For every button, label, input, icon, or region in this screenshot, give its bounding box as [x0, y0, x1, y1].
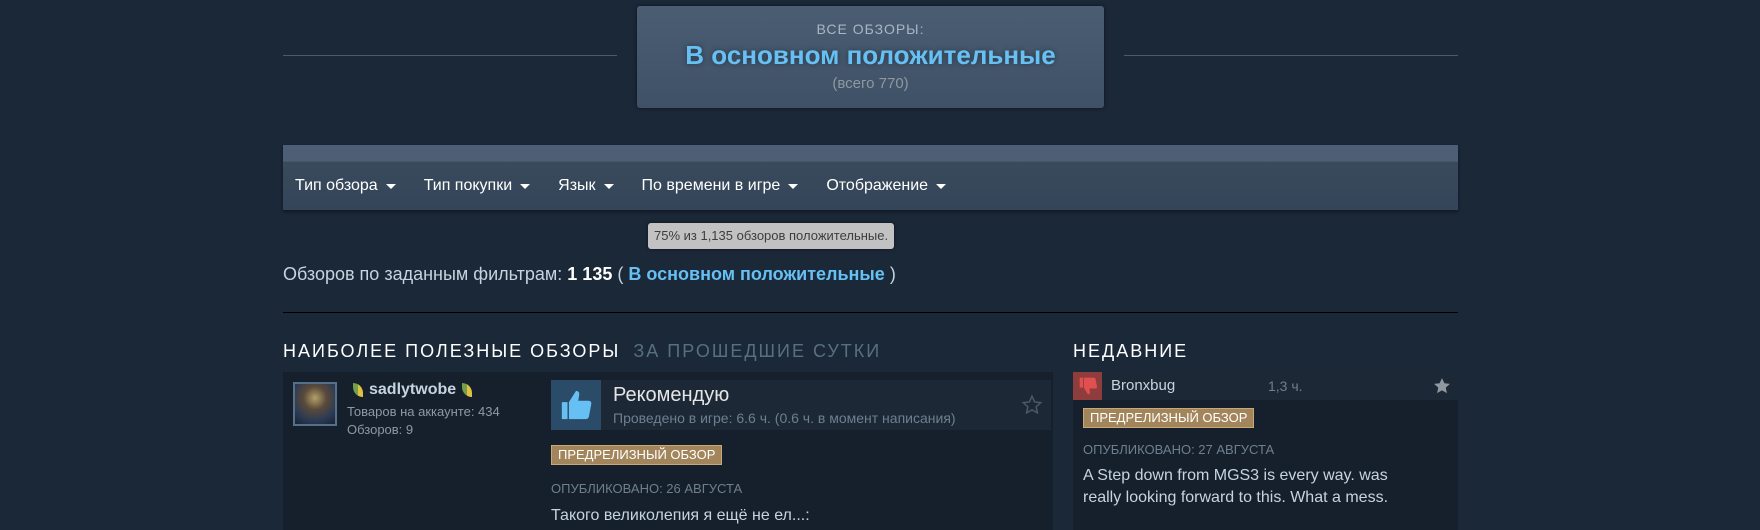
filter-summary-count: 1 135	[567, 264, 613, 284]
review-summary-box: ВСЕ ОБЗОРЫ: В основном положительные (вс…	[637, 6, 1104, 108]
review-playtime: Проведено в игре: 6.6 ч. (0.6 ч. в момен…	[613, 410, 956, 426]
leaf-badge-icon	[353, 383, 363, 397]
thumbs-up-icon	[551, 380, 601, 430]
review-posted-date: ОПУБЛИКОВАНО: 26 АВГУСТА	[551, 481, 743, 496]
caret-down-icon	[385, 183, 396, 189]
filter-review-type[interactable]: Тип обзора	[295, 177, 396, 195]
filter-summary: Обзоров по заданным фильтрам: 1 135 ( В …	[283, 264, 896, 285]
filter-summary-open: (	[617, 264, 624, 284]
early-access-badge: ПРЕДРЕЛИЗНЫЙ ОБЗОР	[1083, 408, 1255, 428]
review-author-block: sadlytwobe Товаров на аккаунте: 434 Обзо…	[347, 381, 500, 437]
recent-review-header[interactable]: Bronxbug 1,3 ч.	[1073, 372, 1458, 400]
review-filter-bar: Тип обзора Тип покупки Язык По времени в…	[283, 145, 1458, 210]
filter-label: Тип обзора	[295, 177, 378, 194]
caret-down-icon	[936, 183, 947, 189]
summary-rating[interactable]: В основном положительные	[637, 40, 1104, 71]
recent-playtime: 1,3 ч.	[1268, 378, 1303, 394]
caret-down-icon	[788, 183, 799, 189]
helpful-subtitle[interactable]: ЗА ПРОШЕДШИЕ СУТКИ	[633, 341, 881, 361]
thumbs-down-icon	[1073, 372, 1102, 400]
filter-summary-close: )	[889, 264, 896, 284]
filter-label: Тип покупки	[423, 177, 513, 194]
author-name[interactable]: sadlytwobe	[369, 381, 456, 399]
leaf-badge-icon	[462, 383, 473, 397]
filter-label: Язык	[558, 177, 596, 194]
summary-divider-left	[283, 55, 617, 56]
recent-review-text-line2: really looking forward to this. What a m…	[1083, 489, 1389, 506]
review-text: Такого великолепия я ещё не ел...:	[551, 507, 810, 524]
summary-count: (всего 770)	[832, 75, 909, 92]
avatar[interactable]	[293, 382, 337, 426]
recent-review-text-line1: A Step down from MGS3 is every way. was	[1083, 467, 1388, 484]
star-icon[interactable]	[1021, 394, 1043, 421]
filter-label: По времени в игре	[641, 177, 781, 194]
filter-playtime[interactable]: По времени в игре	[642, 177, 799, 195]
review-vote-header[interactable]: Рекомендую Проведено в игре: 6.6 ч. (0.6…	[551, 380, 1051, 430]
author-products[interactable]: Товаров на аккаунте: 434	[347, 404, 500, 419]
filter-summary-prefix: Обзоров по заданным фильтрам:	[283, 264, 563, 284]
author-reviews[interactable]: Обзоров: 9	[347, 422, 500, 437]
recent-reviews-title: НЕДАВНИЕ	[1073, 341, 1189, 361]
summary-label: ВСЕ ОБЗОРЫ:	[816, 21, 925, 37]
helpful-reviews-title: НАИБОЛЕЕ ПОЛЕЗНЫЕ ОБЗОРЫ ЗА ПРОШЕДШИЕ СУ…	[283, 341, 881, 362]
helpful-title: НАИБОЛЕЕ ПОЛЕЗНЫЕ ОБЗОРЫ	[283, 341, 621, 361]
author-name-row: sadlytwobe	[347, 381, 500, 399]
early-access-badge: ПРЕДРЕЛИЗНЫЙ ОБЗОР	[551, 445, 723, 465]
section-divider	[283, 312, 1458, 313]
caret-down-icon	[603, 183, 614, 189]
review-card: sadlytwobe Товаров на аккаунте: 434 Обзо…	[283, 372, 1053, 530]
filter-purchase-type[interactable]: Тип покупки	[423, 177, 531, 195]
review-verdict: Рекомендую	[613, 384, 730, 406]
summary-divider-right	[1124, 55, 1458, 56]
recent-posted-date: ОПУБЛИКОВАНО: 27 АВГУСТА	[1083, 442, 1275, 457]
filter-summary-rating[interactable]: В основном положительные	[628, 264, 884, 284]
recent-review-card: Bronxbug 1,3 ч. ПРЕДРЕЛИЗНЫЙ ОБЗОР ОПУБЛ…	[1073, 372, 1458, 530]
star-icon[interactable]	[1432, 376, 1452, 401]
filter-language[interactable]: Язык	[558, 177, 614, 195]
recent-author-name[interactable]: Bronxbug	[1111, 377, 1175, 394]
caret-down-icon	[520, 183, 531, 189]
filter-label: Отображение	[826, 177, 929, 194]
rating-tooltip: 75% из 1,135 обзоров положительные.	[648, 223, 895, 249]
filter-display[interactable]: Отображение	[826, 177, 947, 195]
